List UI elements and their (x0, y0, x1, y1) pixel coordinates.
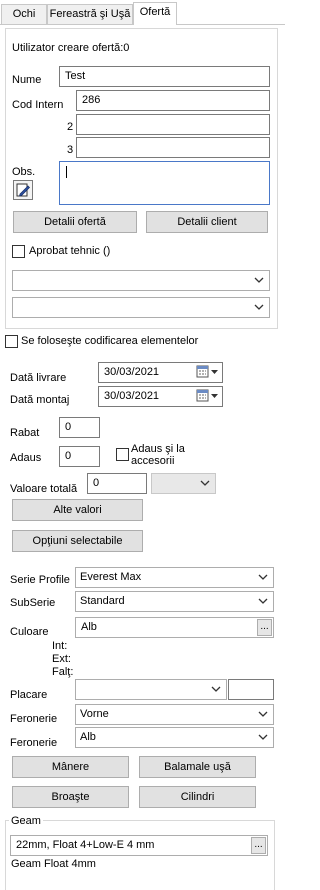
subseries-label: SubSerie (10, 597, 56, 609)
subseries-select[interactable]: Standard (75, 591, 274, 612)
montage-date-value: 30/03/2021 (104, 390, 160, 402)
color-value: Alb (81, 621, 97, 633)
int-label: Int: (52, 640, 68, 652)
series-select[interactable]: Everest Max (75, 567, 274, 588)
name-label: Nume (12, 74, 42, 86)
falt-label: Falţ: (52, 666, 74, 678)
montage-label: Dată montaj (10, 394, 70, 406)
chevron-down-icon (258, 734, 268, 740)
code2-label: 2 (67, 121, 74, 133)
ellipsis-icon: ... (260, 621, 269, 632)
ext-label: Ext: (52, 653, 71, 665)
glass-subtitle: Geam Float 4mm (11, 858, 96, 870)
total-input[interactable]: 0 (87, 473, 147, 494)
glass-value: 22mm, Float 4+Low-E 4 mm (16, 839, 155, 851)
creator-label: Utilizator creare ofertă:0 (12, 42, 130, 54)
color-label: Culoare (10, 626, 49, 638)
addition-label: Adaus (10, 452, 42, 464)
offer-details-button[interactable]: Detalii ofertă (13, 211, 137, 233)
name-input[interactable]: Test (59, 66, 270, 87)
cylinders-button[interactable]: Cilindri (139, 786, 256, 808)
approved-checkbox[interactable] (12, 245, 25, 258)
hardware2-label: Feronerie (10, 737, 58, 749)
discount-label: Rabat (10, 427, 40, 439)
selectable-options-button[interactable]: Opţiuni selectabile (12, 530, 143, 552)
glass-input[interactable]: 22mm, Float 4+Low-E 4 mm ... (10, 835, 268, 856)
code3-input[interactable] (76, 137, 270, 158)
chevron-down-icon (258, 711, 268, 717)
hardware2-value: Alb (80, 731, 96, 743)
glass-browse-button[interactable]: ... (251, 837, 266, 854)
offer-select-1[interactable] (12, 270, 270, 291)
calendar-icon (196, 365, 218, 378)
edit-note-icon[interactable] (13, 180, 33, 200)
tab-window-door[interactable]: Fereastră şi Uşă (47, 4, 133, 24)
ellipsis-icon: ... (254, 839, 263, 850)
glass-title: Geam (9, 815, 43, 828)
approved-label: Aprobat tehnic () (29, 245, 111, 257)
other-values-button[interactable]: Alte valori (12, 499, 143, 521)
handles-button[interactable]: Mânere (12, 756, 129, 778)
delivery-label: Dată livrare (10, 372, 67, 384)
placare-label: Placare (10, 689, 48, 701)
tab-offer[interactable]: Ofertă (133, 2, 177, 25)
code-input[interactable]: 286 (76, 90, 270, 111)
text-caret (66, 166, 67, 178)
code3-label: 3 (67, 144, 74, 156)
placare-extra-input[interactable] (228, 679, 274, 700)
chevron-down-icon (200, 480, 210, 486)
currency-select[interactable] (151, 473, 216, 494)
chevron-down-icon (254, 304, 264, 310)
offer-select-2[interactable] (12, 297, 270, 318)
placare-select[interactable] (75, 679, 227, 700)
addition-input[interactable]: 0 (59, 446, 100, 467)
chevron-down-icon (258, 598, 268, 604)
delivery-date-picker[interactable]: 30/03/2021 (98, 362, 223, 383)
hardware1-label: Feronerie (10, 713, 58, 725)
series-label: Serie Profile (10, 574, 70, 586)
obs-textarea[interactable] (59, 161, 270, 205)
tab-offer-label: Ofertă (139, 6, 171, 18)
hardware1-value: Vorne (80, 708, 109, 720)
chevron-down-icon (211, 686, 221, 692)
door-hinges-button[interactable]: Balamale uşă (139, 756, 256, 778)
addition-accessories-label: Adaus şi la accesorii (131, 443, 185, 467)
series-value: Everest Max (80, 571, 142, 583)
obs-label: Obs. (12, 166, 36, 178)
chevron-down-icon (254, 277, 264, 283)
montage-date-picker[interactable]: 30/03/2021 (98, 386, 223, 407)
coding-label: Se foloseşte codificarea elementelor (21, 335, 199, 347)
hardware2-select[interactable]: Alb (75, 727, 274, 748)
discount-input[interactable]: 0 (59, 417, 100, 438)
total-label: Valoare totală (10, 483, 78, 495)
code2-input[interactable] (76, 114, 270, 135)
chevron-down-icon (258, 574, 268, 580)
addition-accessories-checkbox[interactable] (116, 448, 129, 461)
subseries-value: Standard (80, 595, 125, 607)
tab-ochi-label: Ochi (12, 8, 36, 20)
client-details-button[interactable]: Detalii client (146, 211, 268, 233)
color-input[interactable]: Alb ... (75, 617, 274, 638)
hardware1-select[interactable]: Vorne (75, 704, 274, 725)
code-label: Cod Intern (12, 99, 64, 111)
coding-checkbox[interactable] (5, 335, 18, 348)
calendar-icon (196, 389, 218, 402)
delivery-date-value: 30/03/2021 (104, 366, 160, 378)
tab-window-door-label: Fereastră şi Uşă (49, 8, 131, 20)
color-browse-button[interactable]: ... (257, 619, 272, 636)
locks-button[interactable]: Broaşte (12, 786, 129, 808)
tab-ochi[interactable]: Ochi (1, 4, 47, 24)
